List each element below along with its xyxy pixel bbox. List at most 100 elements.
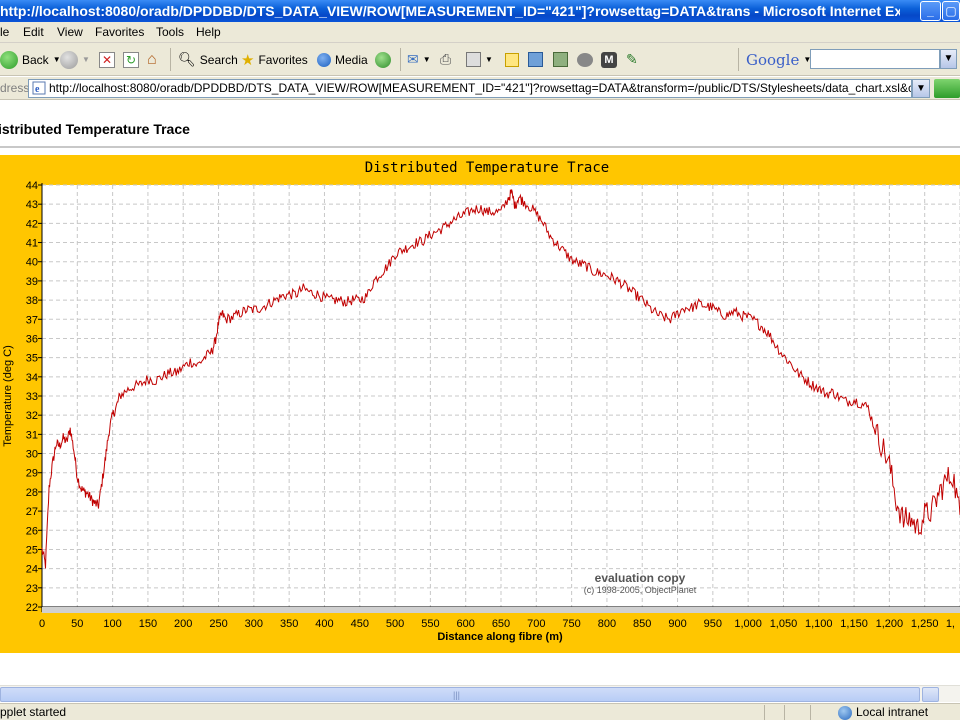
intranet-globe-icon xyxy=(838,705,852,720)
y-tick-label: 35 xyxy=(26,353,38,365)
home-button[interactable]: ⌂ xyxy=(147,43,157,76)
research-button[interactable] xyxy=(528,43,543,76)
chart-scrollbar-track[interactable] xyxy=(42,607,960,613)
heading-rule xyxy=(0,146,960,148)
y-tick-label: 44 xyxy=(26,180,38,192)
y-tick-label: 25 xyxy=(26,544,38,556)
x-tick-label: 100 xyxy=(103,618,121,630)
notes-button[interactable] xyxy=(505,43,519,76)
status-separator xyxy=(810,705,811,720)
x-tick-label: 1,200 xyxy=(876,618,904,630)
x-tick-label: 250 xyxy=(209,618,227,630)
y-tick-label: 33 xyxy=(26,391,38,403)
y-tick-label: 23 xyxy=(26,583,38,595)
horizontal-scrollbar[interactable]: ||| xyxy=(0,685,960,702)
google-logo: Google xyxy=(746,50,800,69)
x-tick-label: 300 xyxy=(245,618,263,630)
y-tick-label: 26 xyxy=(26,525,38,537)
watermark: evaluation copy xyxy=(595,571,686,585)
search-label: Search xyxy=(199,52,238,67)
y-tick-label: 28 xyxy=(26,487,38,499)
y-tick-label: 22 xyxy=(26,602,38,614)
menu-favorites[interactable]: Favorites xyxy=(95,22,144,43)
x-tick-labels: 0 50 100 150 200 250 300 350 400 450 500 550 600 650 7… xyxy=(39,618,955,630)
dropdown-arrow-icon: ▼ xyxy=(82,55,90,64)
y-tick-label: 29 xyxy=(26,468,38,480)
y-tick-label: 42 xyxy=(26,218,38,230)
menu-tools[interactable]: Tools xyxy=(156,22,184,43)
menu-file[interactable]: le xyxy=(0,22,9,43)
y-tick-label: 39 xyxy=(26,276,38,288)
refresh-button[interactable]: ↻ xyxy=(123,43,139,76)
media-button[interactable]: Media xyxy=(317,43,368,76)
browser-window: http://localhost:8080/oradb/DPDDBD/DTS_D… xyxy=(0,0,960,720)
menu-help[interactable]: Help xyxy=(196,22,221,43)
print-button[interactable]: ⎙ xyxy=(440,43,451,76)
x-tick-label: 1,100 xyxy=(805,618,833,630)
y-tick-label: 38 xyxy=(26,295,38,307)
back-button[interactable]: Back ▼ xyxy=(0,43,61,76)
forward-button[interactable]: ▼ xyxy=(60,43,90,76)
x-tick-label: 900 xyxy=(668,618,686,630)
search-icon: 🔍︎ xyxy=(178,51,196,67)
media-label: Media xyxy=(335,52,368,67)
security-zone[interactable]: Local intranet xyxy=(838,704,928,720)
favorites-star-icon: ★ xyxy=(241,51,255,69)
horizontal-scrollbar-thumb[interactable]: ||| xyxy=(0,687,920,702)
x-tick-label: 600 xyxy=(457,618,475,630)
y-tick-label: 36 xyxy=(26,333,38,345)
scroll-grip-icon: ||| xyxy=(453,690,461,700)
research-icon xyxy=(528,52,543,67)
mail-button[interactable]: ✉ ▼ xyxy=(407,43,431,76)
note-icon xyxy=(505,52,519,67)
google-search-dropdown[interactable]: ▼ xyxy=(940,49,957,69)
stop-button[interactable]: ✕ xyxy=(99,43,115,76)
x-axis-label: Distance along fibre (m) xyxy=(437,631,563,643)
y-tick-label: 43 xyxy=(26,199,38,211)
y-tick-label: 41 xyxy=(26,238,38,250)
x-tick-label: 1,050 xyxy=(770,618,798,630)
status-separator xyxy=(784,705,785,720)
x-tick-label: 400 xyxy=(315,618,333,630)
menu-edit[interactable]: Edit xyxy=(23,22,44,43)
menu-view[interactable]: View xyxy=(57,22,83,43)
chart-applet[interactable]: Distributed Temperature Trace 0 50 100 150 2… xyxy=(0,155,960,653)
stop-icon: ✕ xyxy=(99,51,115,68)
x-tick-label: 0 xyxy=(39,618,45,630)
x-tick-label: 350 xyxy=(280,618,298,630)
forward-arrow-icon xyxy=(60,50,78,69)
chart-title: Distributed Temperature Trace xyxy=(365,160,609,176)
history-button[interactable] xyxy=(375,43,391,76)
scroll-right-button[interactable] xyxy=(922,687,939,702)
google-toolbar-button[interactable]: Google ▼ xyxy=(746,43,811,76)
address-input[interactable]: e http://localhost:8080/oradb/DPDDBD/DTS… xyxy=(28,79,912,98)
page-heading: istributed Temperature Trace xyxy=(0,121,190,137)
edit-button[interactable]: ▼ xyxy=(466,43,493,76)
m-icon: M xyxy=(601,51,617,68)
x-tick-label: 950 xyxy=(704,618,722,630)
tool-icon xyxy=(553,52,568,67)
x-tick-label: 800 xyxy=(598,618,616,630)
dropdown-arrow-icon: ▼ xyxy=(485,55,493,64)
y-axis-label: Temperature (deg C) xyxy=(2,345,14,447)
address-dropdown[interactable]: ▼ xyxy=(912,79,930,98)
google-search-input[interactable] xyxy=(810,49,940,69)
maximize-button[interactable]: ▢ xyxy=(942,1,960,21)
search-button[interactable]: 🔍︎ Search xyxy=(178,43,238,76)
edit-icon xyxy=(466,52,481,67)
x-tick-label: 1, xyxy=(946,618,955,630)
extra-button[interactable]: ✎ xyxy=(626,43,638,76)
minimize-button[interactable]: _ xyxy=(920,1,941,21)
menu-bar: le Edit View Favorites Tools Help xyxy=(0,22,960,43)
status-bar: pplet started Local intranet xyxy=(0,703,960,720)
messenger-button[interactable] xyxy=(577,43,593,76)
y-tick-label: 30 xyxy=(26,449,38,461)
m-button[interactable]: M xyxy=(601,43,617,76)
tool-button[interactable] xyxy=(553,43,568,76)
toolbar-separator xyxy=(400,48,401,71)
y-tick-label: 40 xyxy=(26,257,38,269)
y-tick-label: 32 xyxy=(26,410,38,422)
go-button[interactable] xyxy=(934,79,960,98)
favorites-button[interactable]: ★ Favorites xyxy=(241,43,308,76)
address-label: dress xyxy=(0,81,30,95)
